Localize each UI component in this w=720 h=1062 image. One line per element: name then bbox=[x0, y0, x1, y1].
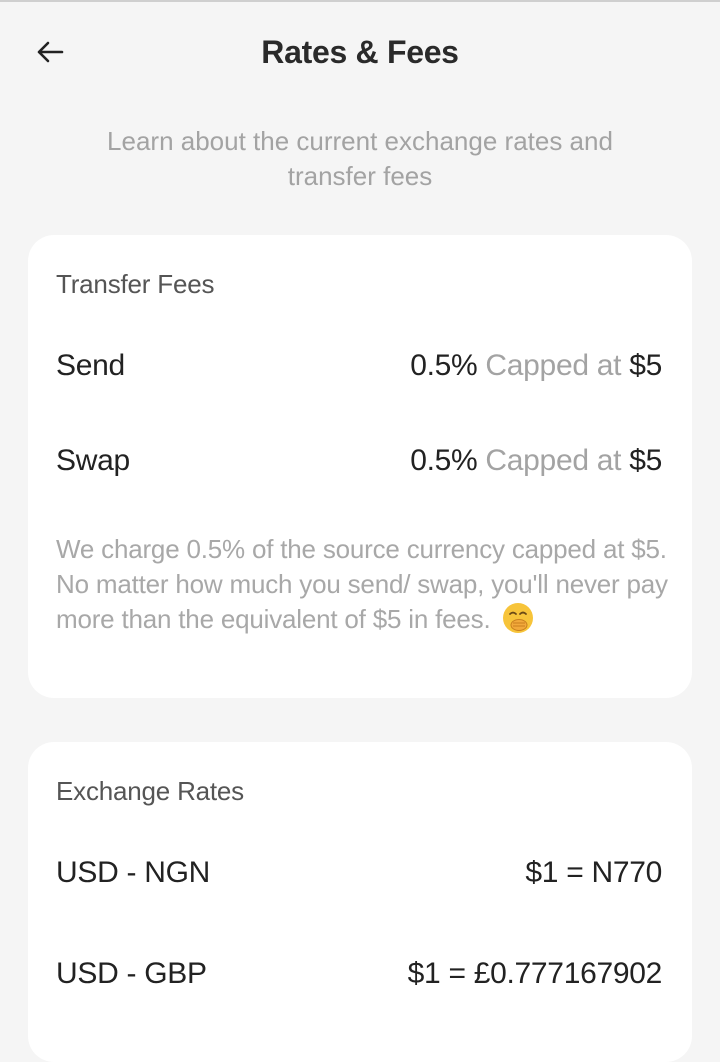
hand-over-mouth-emoji-icon bbox=[502, 603, 533, 633]
fee-value: 0.5% Capped at $5 bbox=[410, 349, 662, 383]
fee-cap-amount: $5 bbox=[629, 349, 662, 382]
rate-pair: USD - GBP bbox=[56, 957, 207, 990]
transfer-fees-card: Transfer Fees Send 0.5% Capped at $5 Swa… bbox=[28, 235, 692, 698]
fee-label: Swap bbox=[56, 444, 130, 477]
rate-pair: USD - NGN bbox=[56, 856, 210, 889]
fee-cap-amount: $5 bbox=[629, 444, 662, 477]
fee-cap-text: Capped at bbox=[485, 444, 622, 477]
fee-value: 0.5% Capped at $5 bbox=[410, 444, 662, 478]
page-subtitle: Learn about the current exchange rates a… bbox=[107, 126, 613, 191]
fee-percent: 0.5% bbox=[410, 349, 478, 382]
fee-row-send: Send 0.5% Capped at $5 bbox=[56, 349, 662, 383]
fee-percent: 0.5% bbox=[410, 444, 478, 477]
page-title: Rates & Fees bbox=[261, 34, 459, 70]
rate-row-usd-ngn: USD - NGN $1 = N770 bbox=[56, 856, 662, 890]
fee-note: We charge 0.5% of the source currency ca… bbox=[56, 532, 668, 637]
exchange-rates-card: Exchange Rates USD - NGN $1 = N770 USD -… bbox=[28, 742, 692, 1062]
transfer-fees-title: Transfer Fees bbox=[56, 269, 215, 299]
fee-cap-text: Capped at bbox=[485, 349, 622, 382]
fee-label: Send bbox=[56, 349, 125, 382]
fee-row-swap: Swap 0.5% Capped at $5 bbox=[56, 444, 662, 478]
rate-value: $1 = N770 bbox=[525, 856, 662, 889]
rate-row-usd-gbp: USD - GBP $1 = £0.777167902 bbox=[56, 957, 662, 991]
exchange-rates-title: Exchange Rates bbox=[56, 776, 244, 806]
rate-value: $1 = £0.777167902 bbox=[407, 957, 663, 990]
fee-note-text: We charge 0.5% of the source currency ca… bbox=[56, 534, 668, 634]
header: Rates & Fees bbox=[0, 0, 720, 110]
